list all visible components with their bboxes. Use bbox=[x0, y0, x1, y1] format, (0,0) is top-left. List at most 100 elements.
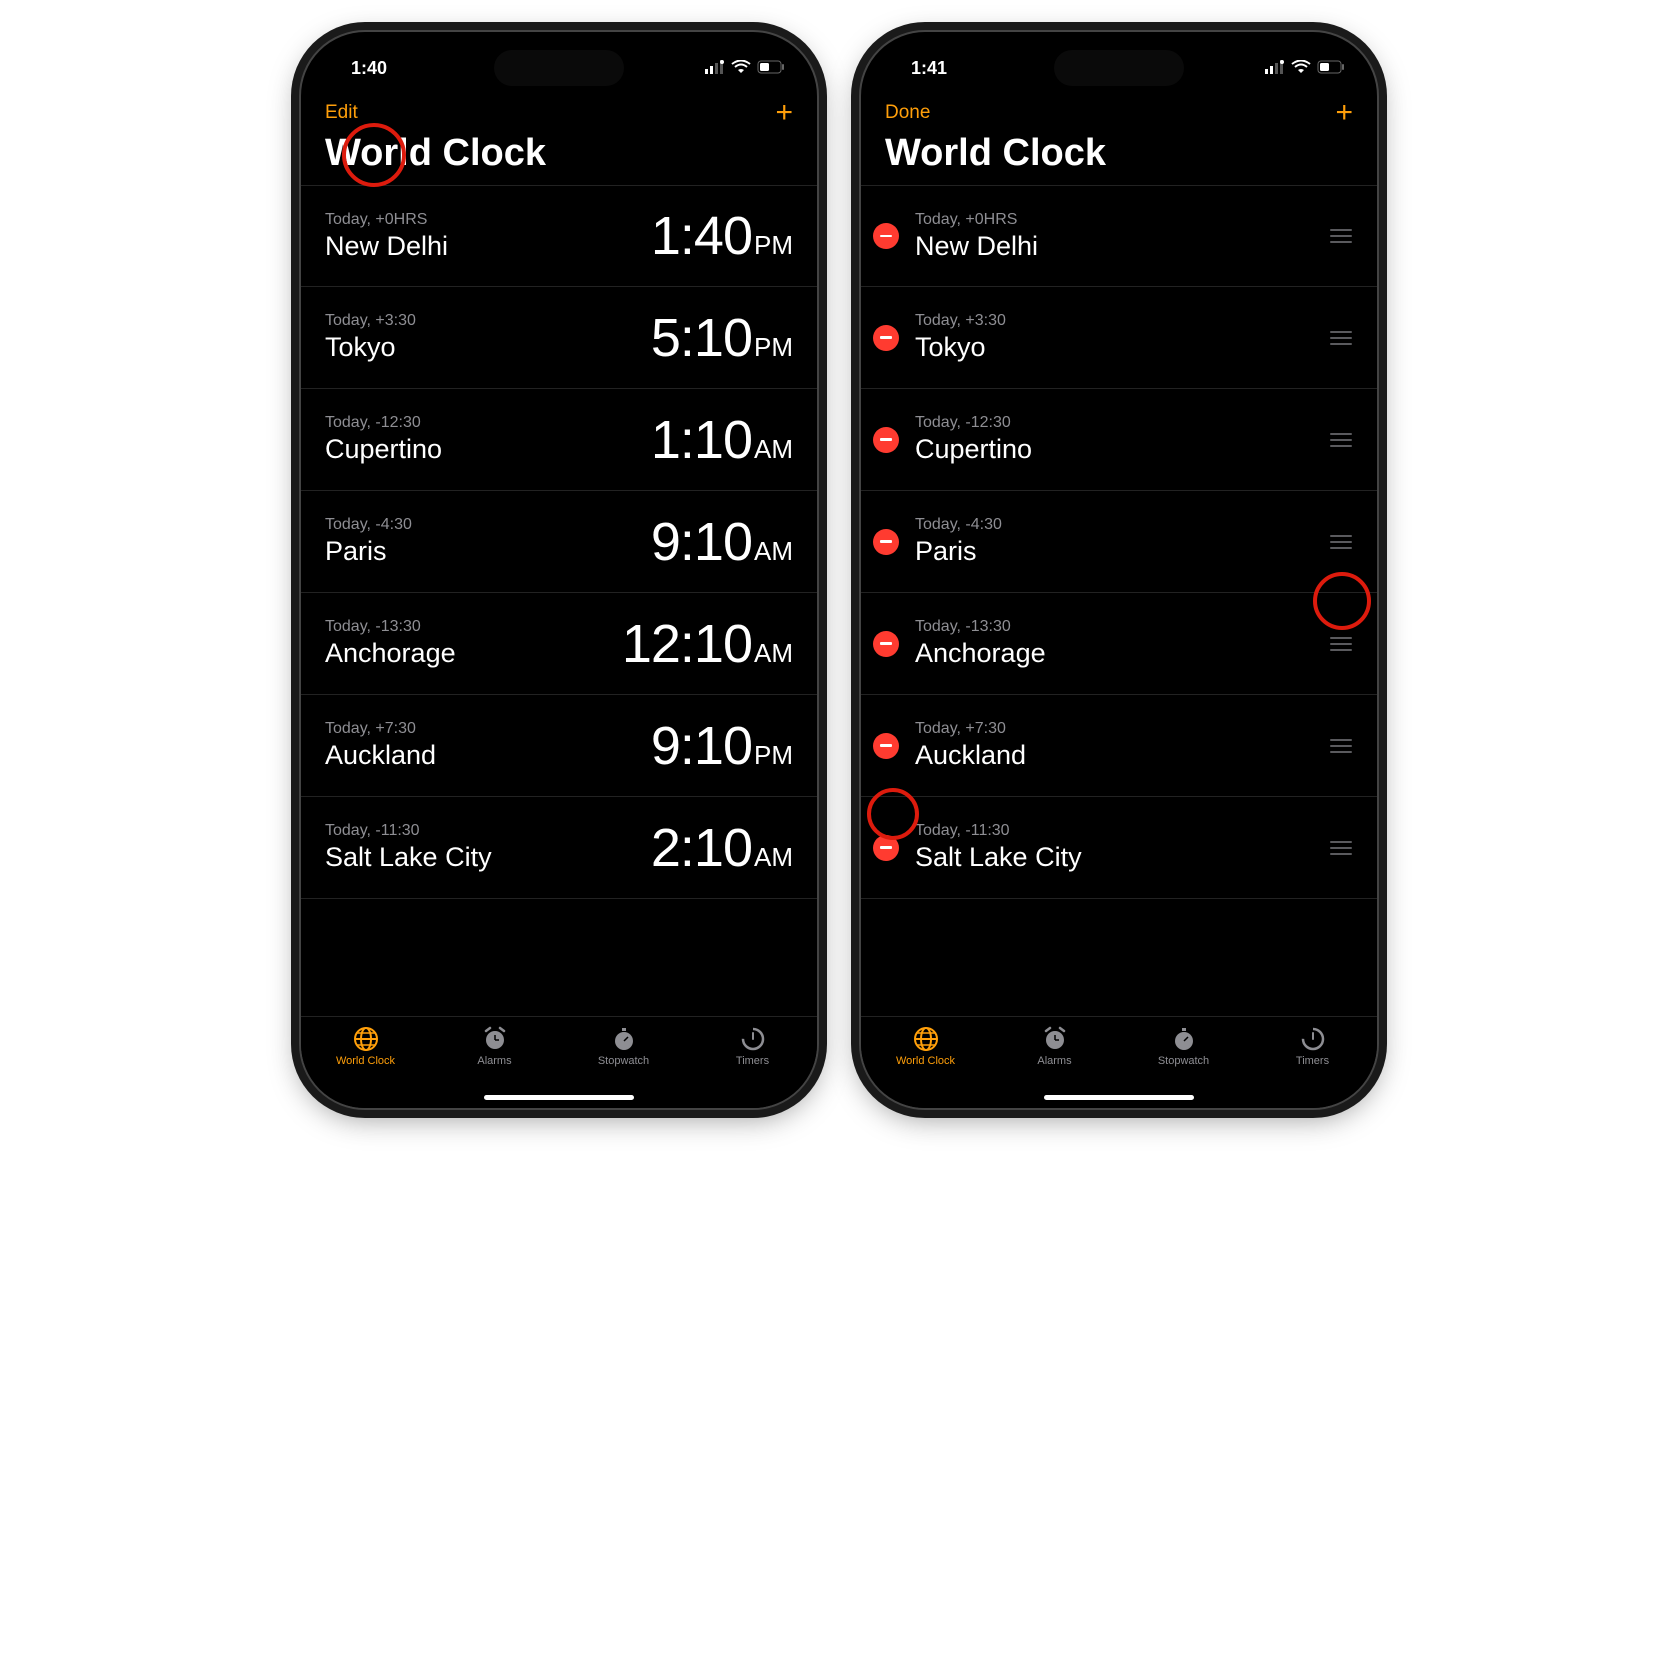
clock-offset: Today, -13:30 bbox=[915, 618, 1315, 636]
clock-row-edit[interactable]: Today, +7:30 Auckland bbox=[861, 695, 1377, 797]
drag-handle-icon[interactable] bbox=[1329, 739, 1353, 753]
wifi-icon bbox=[731, 58, 751, 79]
clock-offset: Today, -11:30 bbox=[325, 822, 651, 840]
clock-time: 12:10AM bbox=[622, 613, 793, 675]
tab-label: World Clock bbox=[336, 1055, 395, 1067]
clock-time: 1:10AM bbox=[651, 409, 793, 471]
cellular-icon bbox=[1265, 58, 1285, 79]
clock-time: 5:10PM bbox=[651, 307, 793, 369]
edit-button[interactable]: Edit bbox=[325, 102, 358, 124]
clock-row-edit[interactable]: Today, -11:30 Salt Lake City bbox=[861, 797, 1377, 899]
clock-offset: Today, -4:30 bbox=[325, 516, 651, 534]
add-button[interactable]: + bbox=[775, 103, 793, 123]
delete-button[interactable] bbox=[873, 631, 899, 657]
clock-offset: Today, -12:30 bbox=[915, 414, 1315, 432]
battery-icon bbox=[1317, 58, 1345, 79]
clock-city: Auckland bbox=[325, 740, 651, 771]
clock-row[interactable]: Today, -13:30 Anchorage 12:10AM bbox=[301, 593, 817, 695]
cellular-icon bbox=[705, 58, 725, 79]
timer-icon bbox=[739, 1025, 767, 1053]
clock-city: New Delhi bbox=[325, 231, 651, 262]
globe-icon bbox=[352, 1025, 380, 1053]
clock-time: 9:10PM bbox=[651, 715, 793, 777]
clock-offset: Today, +7:30 bbox=[915, 720, 1315, 738]
delete-button[interactable] bbox=[873, 733, 899, 759]
tab-stopwatch[interactable]: Stopwatch bbox=[1119, 1025, 1248, 1067]
clock-row-edit[interactable]: Today, -13:30 Anchorage bbox=[861, 593, 1377, 695]
clock-row[interactable]: Today, +7:30 Auckland 9:10PM bbox=[301, 695, 817, 797]
tab-label: Timers bbox=[736, 1055, 769, 1067]
delete-button[interactable] bbox=[873, 223, 899, 249]
alarm-icon bbox=[1041, 1025, 1069, 1053]
clock-offset: Today, -11:30 bbox=[915, 822, 1315, 840]
wifi-icon bbox=[1291, 58, 1311, 79]
nav-bar: Edit + bbox=[301, 88, 817, 130]
tab-label: Stopwatch bbox=[598, 1055, 649, 1067]
clock-offset: Today, +7:30 bbox=[325, 720, 651, 738]
clock-row-edit[interactable]: Today, +3:30 Tokyo bbox=[861, 287, 1377, 389]
clock-row[interactable]: Today, +3:30 Tokyo 5:10PM bbox=[301, 287, 817, 389]
clock-time: 9:10AM bbox=[651, 511, 793, 573]
stopwatch-icon bbox=[610, 1025, 638, 1053]
tab-label: World Clock bbox=[896, 1055, 955, 1067]
notch bbox=[494, 50, 624, 86]
tab-label: Timers bbox=[1296, 1055, 1329, 1067]
drag-handle-icon[interactable] bbox=[1329, 331, 1353, 345]
clock-row[interactable]: Today, +0HRS New Delhi 1:40PM bbox=[301, 185, 817, 287]
alarm-icon bbox=[481, 1025, 509, 1053]
tab-alarms[interactable]: Alarms bbox=[430, 1025, 559, 1067]
clock-city: Cupertino bbox=[915, 434, 1315, 465]
clock-city: New Delhi bbox=[915, 231, 1315, 262]
tab-label: Stopwatch bbox=[1158, 1055, 1209, 1067]
add-button[interactable]: + bbox=[1335, 103, 1353, 123]
clock-city: Salt Lake City bbox=[915, 842, 1315, 873]
tab-timers[interactable]: Timers bbox=[688, 1025, 817, 1067]
home-indicator[interactable] bbox=[1044, 1095, 1194, 1100]
drag-handle-icon[interactable] bbox=[1329, 229, 1353, 243]
clock-offset: Today, -13:30 bbox=[325, 618, 622, 636]
clock-offset: Today, -12:30 bbox=[325, 414, 651, 432]
done-button[interactable]: Done bbox=[885, 102, 930, 124]
clock-offset: Today, +3:30 bbox=[325, 312, 651, 330]
clock-row-edit[interactable]: Today, -12:30 Cupertino bbox=[861, 389, 1377, 491]
clock-row-edit[interactable]: Today, +0HRS New Delhi bbox=[861, 185, 1377, 287]
clock-offset: Today, +3:30 bbox=[915, 312, 1315, 330]
stopwatch-icon bbox=[1170, 1025, 1198, 1053]
clock-city: Paris bbox=[325, 536, 651, 567]
tab-world-clock[interactable]: World Clock bbox=[301, 1025, 430, 1067]
battery-icon bbox=[757, 58, 785, 79]
clock-row[interactable]: Today, -4:30 Paris 9:10AM bbox=[301, 491, 817, 593]
clock-list-edit: Today, +0HRS New Delhi Today, +3:30 Toky… bbox=[861, 185, 1377, 1016]
tab-label: Alarms bbox=[1037, 1055, 1071, 1067]
clock-city: Cupertino bbox=[325, 434, 651, 465]
tab-stopwatch[interactable]: Stopwatch bbox=[559, 1025, 688, 1067]
clock-offset: Today, -4:30 bbox=[915, 516, 1315, 534]
drag-handle-icon[interactable] bbox=[1329, 433, 1353, 447]
notch bbox=[1054, 50, 1184, 86]
delete-button[interactable] bbox=[873, 835, 899, 861]
drag-handle-icon[interactable] bbox=[1329, 535, 1353, 549]
globe-icon bbox=[912, 1025, 940, 1053]
clock-row[interactable]: Today, -11:30 Salt Lake City 2:10AM bbox=[301, 797, 817, 899]
home-indicator[interactable] bbox=[484, 1095, 634, 1100]
clock-time: 2:10AM bbox=[651, 817, 793, 879]
clock-list: Today, +0HRS New Delhi 1:40PM Today, +3:… bbox=[301, 185, 817, 1016]
clock-city: Anchorage bbox=[325, 638, 622, 669]
tab-world-clock[interactable]: World Clock bbox=[861, 1025, 990, 1067]
clock-row[interactable]: Today, -12:30 Cupertino 1:10AM bbox=[301, 389, 817, 491]
delete-button[interactable] bbox=[873, 529, 899, 555]
clock-row-edit[interactable]: Today, -4:30 Paris bbox=[861, 491, 1377, 593]
page-title: World Clock bbox=[301, 130, 817, 185]
clock-time: 1:40PM bbox=[651, 205, 793, 267]
drag-handle-icon[interactable] bbox=[1329, 841, 1353, 855]
clock-offset: Today, +0HRS bbox=[915, 211, 1315, 229]
page-title: World Clock bbox=[861, 130, 1377, 185]
delete-button[interactable] bbox=[873, 427, 899, 453]
delete-button[interactable] bbox=[873, 325, 899, 351]
tab-timers[interactable]: Timers bbox=[1248, 1025, 1377, 1067]
tab-alarms[interactable]: Alarms bbox=[990, 1025, 1119, 1067]
phone-edit-mode: 1:41 Done + World Clock Today, +0HRS New… bbox=[859, 30, 1379, 1110]
clock-city: Tokyo bbox=[325, 332, 651, 363]
drag-handle-icon[interactable] bbox=[1329, 637, 1353, 651]
tab-label: Alarms bbox=[477, 1055, 511, 1067]
